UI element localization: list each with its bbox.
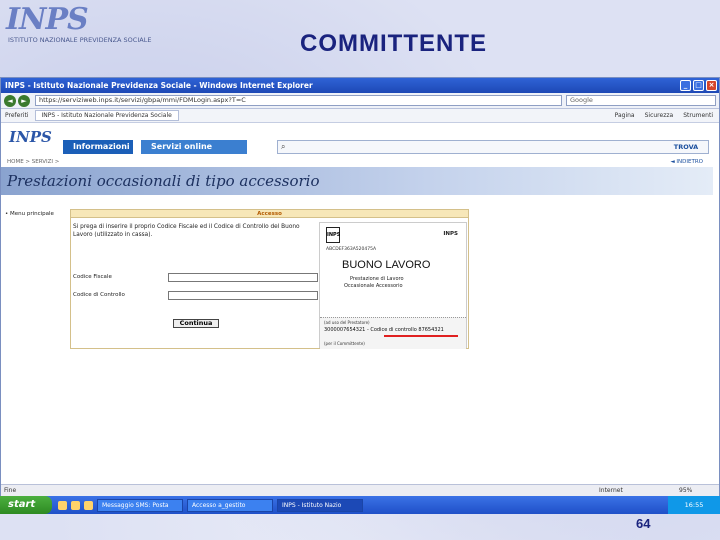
quicklaunch-icon[interactable] — [71, 500, 80, 510]
status-bar: Fine Internet 95% — [1, 484, 719, 496]
tab-inps[interactable]: INPS - Istituto Nazionale Previdenza Soc… — [34, 110, 179, 121]
slide-page-number: 64 — [636, 516, 651, 531]
site-search-input[interactable]: ⌕ TROVA — [277, 140, 709, 154]
voucher-inps: INPS — [443, 231, 458, 237]
browser-search-input[interactable]: Google — [566, 95, 716, 106]
logo-subtitle: ISTITUTO NAZIONALE PREVIDENZA SOCIALE — [8, 36, 152, 44]
voucher-control-code: 3000007654321 - Codice di controllo 8765… — [324, 327, 444, 333]
login-panel: Accesso Si prega di inserire il proprio … — [70, 209, 469, 349]
voucher-code: ABCDEF363A520475A — [326, 247, 377, 252]
voucher-logo: INPS — [326, 227, 340, 243]
logo-mark: INPS — [6, 2, 89, 37]
close-button[interactable]: × — [706, 80, 717, 91]
taskbar: start Messaggio SMS: Posta Accesso a_ges… — [0, 496, 720, 514]
quicklaunch-icon[interactable] — [84, 500, 93, 510]
slide-title: COMMITTENTE — [300, 30, 487, 57]
start-button[interactable]: start — [0, 496, 52, 514]
window-title: INPS - Istituto Nazionale Previdenza Soc… — [5, 81, 313, 90]
codice-controllo-input[interactable] — [168, 291, 318, 300]
page-content: INPS Informazioni Servizi online ⌕ TROVA… — [1, 124, 719, 478]
status-text: Fine — [4, 487, 17, 494]
codice-fiscale-input[interactable] — [168, 273, 318, 282]
window-titlebar: INPS - Istituto Nazionale Previdenza Soc… — [1, 78, 719, 93]
red-underline-highlight — [384, 335, 458, 337]
voucher-subtitle-1: Prestazione di Lavoro — [350, 276, 404, 282]
inps-logo: INPS ISTITUTO NAZIONALE PREVIDENZA SOCIA… — [4, 2, 164, 50]
cmd-tools[interactable]: Strumenti — [683, 112, 713, 119]
url-input[interactable]: https://serviziweb.inps.it/servizi/gbpa/… — [35, 95, 562, 106]
voucher-image: INPS INPS ABCDEF363A520475A BUONO LAVORO… — [319, 222, 467, 349]
label-codice-controllo: Codice di Controllo — [73, 292, 125, 298]
address-bar: ◄ ► https://serviziweb.inps.it/servizi/g… — [1, 93, 719, 109]
voucher-stub-footer: (per il Committente) — [324, 341, 365, 346]
panel-header: Accesso — [71, 210, 468, 218]
minimize-button[interactable]: _ — [680, 80, 691, 91]
menu-servizi-online[interactable]: Servizi online — [141, 140, 247, 154]
hero-banner: Prestazioni occasionali di tipo accessor… — [1, 167, 713, 195]
taskbar-item[interactable]: Messaggio SMS: Posta — [97, 498, 183, 512]
label-codice-fiscale: Codice Fiscale — [73, 274, 112, 280]
quick-launch — [58, 500, 93, 510]
command-bar: Pagina Sicurezza Strumenti — [615, 112, 719, 119]
menu-informazioni[interactable]: Informazioni — [63, 140, 133, 154]
clock: 16:55 — [668, 496, 720, 514]
back-arrow-icon[interactable]: ◄ — [4, 94, 16, 107]
voucher-stub: (ad uso del Prestatore) 3000007654321 - … — [320, 317, 466, 349]
voucher-subtitle-2: Occasionale Accessorio — [344, 283, 403, 289]
favorites-button[interactable]: Preferiti — [5, 112, 29, 119]
zoom-level[interactable]: 95% — [679, 487, 719, 494]
tab-bar: Preferiti INPS - Istituto Nazionale Prev… — [1, 109, 719, 123]
taskbar-item-active[interactable]: INPS - Istituto Nazio — [277, 498, 363, 512]
cmd-security[interactable]: Sicurezza — [645, 112, 674, 119]
voucher-title: BUONO LAVORO — [342, 259, 431, 271]
search-icon: ⌕ — [281, 142, 286, 151]
back-link[interactable]: ◄ INDIETRO — [670, 159, 703, 165]
voucher-stub-label: (ad uso del Prestatore) — [324, 320, 370, 325]
page-title: Prestazioni occasionali di tipo accessor… — [7, 172, 320, 190]
quicklaunch-icon[interactable] — [58, 500, 67, 510]
maximize-button[interactable]: □ — [693, 80, 704, 91]
cmd-page[interactable]: Pagina — [615, 112, 635, 119]
continue-button[interactable]: Continua — [173, 319, 219, 328]
forward-arrow-icon[interactable]: ► — [18, 94, 30, 107]
browser-window: INPS - Istituto Nazionale Previdenza Soc… — [0, 77, 720, 497]
trova-button[interactable]: TROVA — [666, 142, 706, 152]
breadcrumb[interactable]: HOME > SERVIZI > — [7, 159, 59, 165]
site-logo[interactable]: INPS — [9, 128, 52, 146]
security-zone: Internet — [599, 487, 623, 494]
panel-message: Si prega di inserire il proprio Codice F… — [73, 224, 300, 238]
taskbar-item[interactable]: Accesso a_gestito — [187, 498, 273, 512]
side-menu-link[interactable]: • Menu principale — [5, 211, 54, 217]
